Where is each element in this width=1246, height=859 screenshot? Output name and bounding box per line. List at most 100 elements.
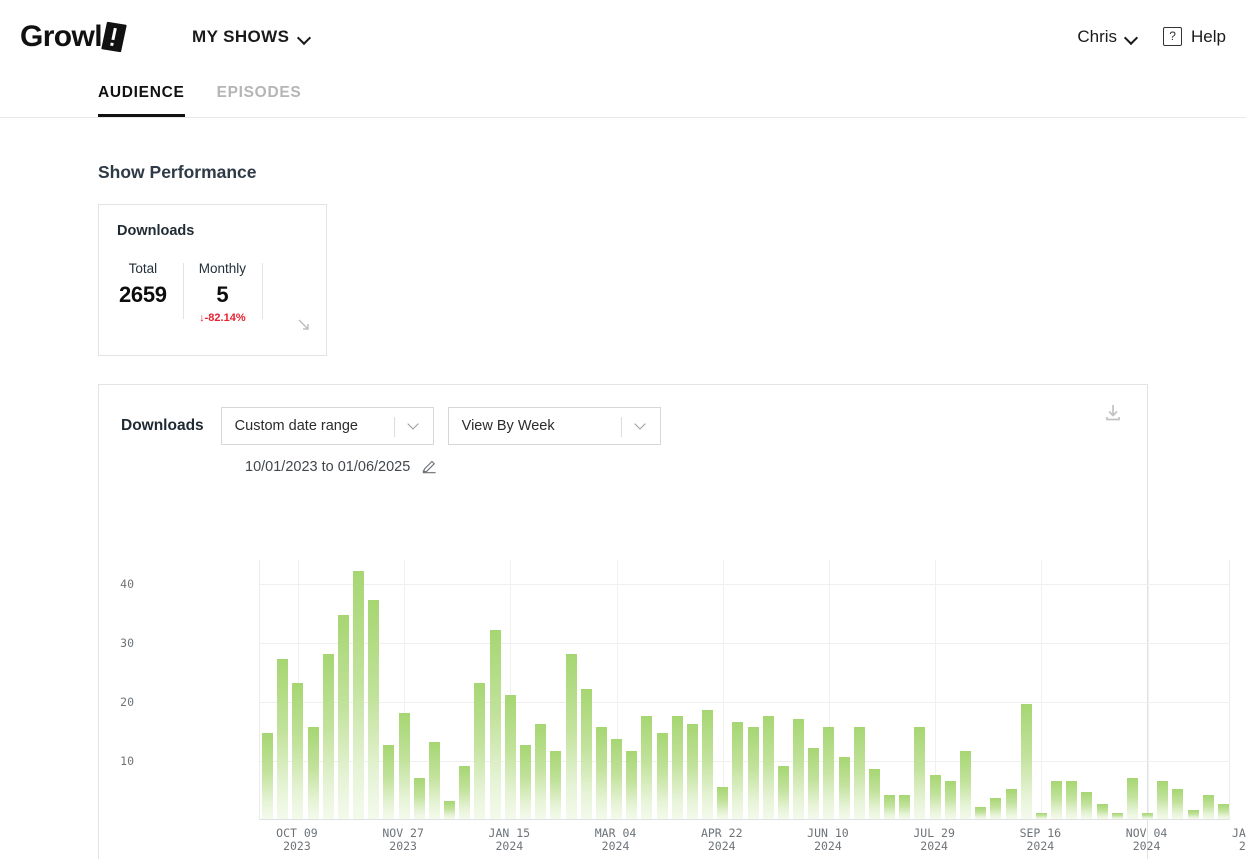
help-label: Help [1191, 26, 1226, 46]
stat-delta-badge: ↓-82.14% [199, 312, 246, 324]
chart-x-tick-label: SEP 16 2024 [980, 827, 1100, 853]
chart-bar[interactable] [717, 786, 729, 819]
chart-x-tick-label-year: 2024 [1026, 839, 1055, 853]
chart-bar[interactable] [1142, 813, 1154, 819]
chart-bar[interactable] [1126, 777, 1138, 819]
chart-bar[interactable] [1172, 789, 1184, 819]
stat-metrics-row: Total 2659 Monthly 5 ↓-82.14% [117, 261, 308, 324]
chart-bar[interactable] [307, 727, 319, 819]
date-range-display: 10/01/2023 to 01/06/2025 [245, 458, 1125, 475]
chart-bar[interactable] [1081, 792, 1093, 819]
download-icon[interactable] [1101, 401, 1125, 425]
chart-x-tick-label: JUL 29 2024 [874, 827, 994, 853]
chart-bar[interactable] [884, 795, 896, 819]
chart-bar[interactable] [1202, 795, 1214, 819]
chart-bars-group [260, 560, 1229, 819]
chart-bar[interactable] [1035, 813, 1047, 819]
chart-bar[interactable] [868, 768, 880, 819]
chart-x-tick-label: JUN 10 2024 [768, 827, 888, 853]
chart-bar[interactable] [626, 751, 638, 819]
chart-bar[interactable] [383, 745, 395, 819]
chart-bar[interactable] [428, 742, 440, 819]
chart-x-tick-label-year: 2024 [814, 839, 842, 853]
chart-bar[interactable] [1096, 804, 1108, 819]
chart-bar[interactable] [732, 721, 744, 819]
chart-bar[interactable] [656, 733, 668, 819]
chart-bar[interactable] [1187, 810, 1199, 819]
chart-bar[interactable] [671, 715, 683, 819]
chart-x-tick-label: OCT 09 2023 [237, 827, 357, 853]
chart-bar[interactable] [474, 683, 486, 819]
view-by-select-value: View By Week [461, 418, 555, 434]
chart-bar[interactable] [823, 727, 835, 819]
chart-bar[interactable] [1111, 813, 1123, 819]
chart-bar[interactable] [353, 570, 365, 819]
date-range-text: 10/01/2023 to 01/06/2025 [245, 458, 411, 475]
question-mark-icon: ? [1163, 27, 1183, 46]
chart-bar[interactable] [641, 715, 653, 819]
chart-bar[interactable] [944, 780, 956, 819]
downloads-stat-card: Downloads Total 2659 Monthly 5 ↓-82.14% [98, 204, 327, 356]
my-shows-label: MY SHOWS [192, 26, 290, 46]
downloads-bar-chart: 10 20 30 40 OCT 09 2023 NOV 27 2023 JAN 15 2024 M… [99, 535, 1246, 855]
chart-bar[interactable] [292, 683, 304, 819]
chart-bar[interactable] [853, 727, 865, 819]
chart-bar[interactable] [747, 727, 759, 819]
exclamation-tile-icon [101, 21, 127, 52]
chart-bar[interactable] [262, 733, 274, 819]
chart-bar[interactable] [489, 629, 501, 819]
chart-bar[interactable] [504, 694, 516, 819]
chart-bar[interactable] [686, 724, 698, 819]
chart-bar[interactable] [808, 748, 820, 819]
chart-bar[interactable] [368, 600, 380, 819]
chart-x-tick-label-year: 2023 [283, 839, 311, 853]
chart-panel-label: Downloads [121, 417, 204, 434]
chart-x-tick-label: NOV 27 2023 [343, 827, 463, 853]
chart-bar[interactable] [1005, 789, 1017, 819]
chart-bar[interactable] [444, 801, 456, 819]
date-range-select[interactable]: Custom date range [220, 407, 434, 445]
chart-bar[interactable] [565, 653, 577, 819]
chart-bar[interactable] [322, 653, 334, 819]
top-header-bar: Growl MY SHOWS Chris ? Help [0, 0, 1246, 73]
chart-bar[interactable] [1157, 780, 1169, 819]
chart-bar[interactable] [702, 709, 714, 819]
chart-bar[interactable] [762, 715, 774, 819]
pencil-edit-icon[interactable] [421, 458, 438, 475]
chart-bar[interactable] [1217, 804, 1229, 819]
chart-bar[interactable] [1051, 780, 1063, 819]
my-shows-dropdown[interactable]: MY SHOWS [192, 27, 310, 47]
chart-bar[interactable] [929, 774, 941, 819]
chart-bar[interactable] [337, 615, 349, 819]
chart-x-tick-label: JAN 062025 [1193, 827, 1246, 853]
help-link[interactable]: ? Help [1163, 27, 1226, 47]
chart-bar[interactable] [535, 724, 547, 819]
chart-bar[interactable] [277, 659, 289, 819]
stat-label: Total [128, 261, 158, 276]
chart-bar[interactable] [595, 727, 607, 819]
chart-bar[interactable] [459, 765, 471, 819]
chart-bar[interactable] [777, 765, 789, 819]
view-by-select[interactable]: View By Week [447, 407, 661, 445]
tab-audience[interactable]: AUDIENCE [98, 84, 185, 117]
chart-bar[interactable] [899, 795, 911, 819]
chart-bar[interactable] [520, 745, 531, 819]
chart-bar[interactable] [990, 798, 1002, 819]
chart-bar[interactable] [793, 718, 805, 819]
header-right-group: Chris ? Help [1077, 27, 1226, 47]
chart-bar[interactable] [959, 751, 971, 819]
tab-episodes[interactable]: EPISODES [217, 84, 302, 117]
chart-bar[interactable] [611, 739, 623, 819]
user-menu[interactable]: Chris [1077, 27, 1137, 47]
chart-bar[interactable] [398, 712, 410, 819]
chart-bar[interactable] [838, 756, 850, 819]
chart-bar[interactable] [1020, 703, 1032, 819]
user-name-label: Chris [1077, 26, 1118, 46]
chart-bar[interactable] [914, 727, 926, 819]
chart-bar[interactable] [1066, 780, 1078, 819]
chart-bar[interactable] [975, 807, 987, 819]
growl-logo[interactable]: Growl [20, 20, 127, 54]
chart-bar[interactable] [550, 751, 562, 819]
chart-bar[interactable] [413, 777, 425, 819]
chart-bar[interactable] [580, 689, 592, 819]
